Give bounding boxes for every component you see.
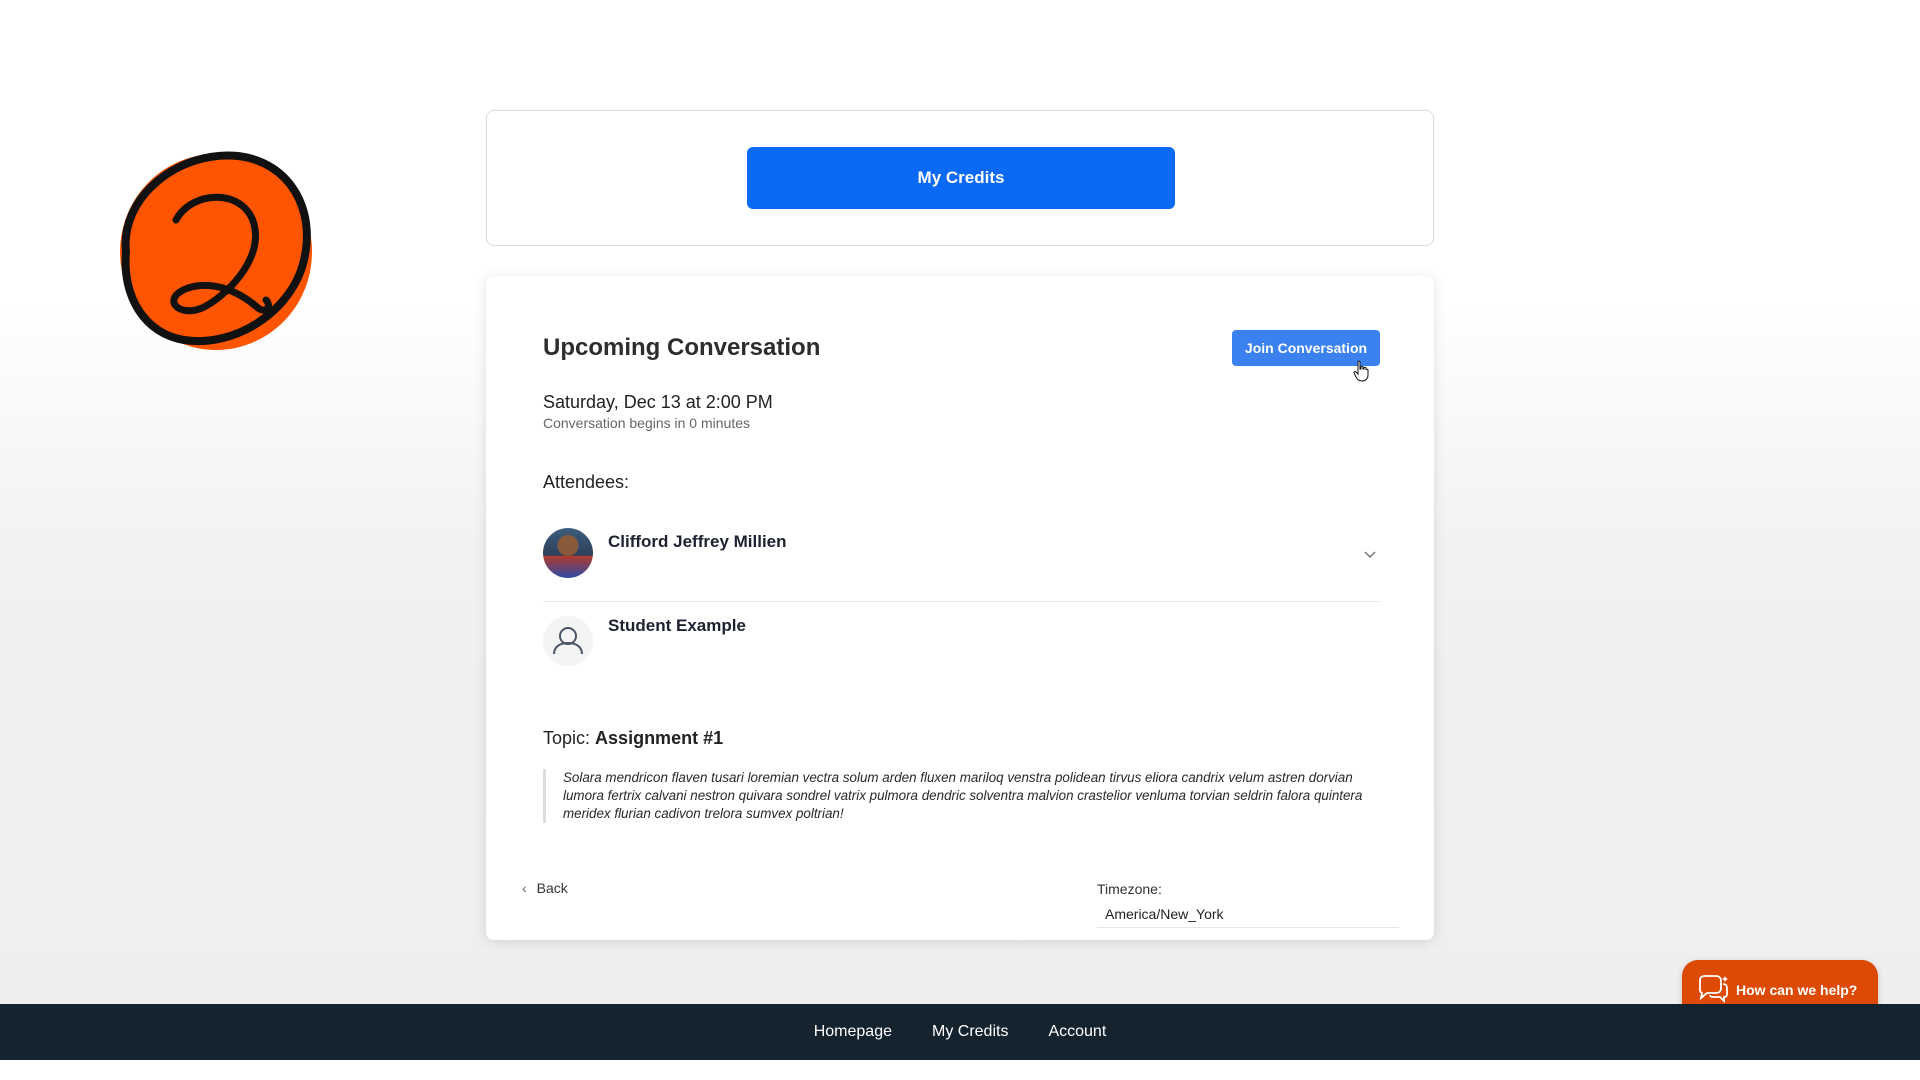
attendee-name: Student Example bbox=[608, 616, 746, 635]
conversation-date: Saturday, Dec 13 at 2:00 PM bbox=[543, 392, 773, 412]
topic: Topic: Assignment #1 bbox=[543, 728, 723, 749]
bottom-strip bbox=[0, 1060, 1920, 1080]
attendees-label: Attendees: bbox=[543, 472, 630, 492]
footer-link-homepage[interactable]: Homepage bbox=[814, 1023, 892, 1041]
conversation-card: Upcoming Conversation Join Conversation … bbox=[486, 276, 1434, 940]
topic-name: Assignment #1 bbox=[595, 728, 724, 748]
chevron-left-icon: ‹ bbox=[522, 880, 527, 896]
topic-description: Solara mendricon flaven tusari loremian … bbox=[543, 769, 1363, 823]
credits-card: My Credits bbox=[486, 110, 1434, 246]
my-credits-button[interactable]: My Credits bbox=[747, 147, 1175, 209]
timezone-label: Timezone: bbox=[1097, 881, 1162, 897]
footer-link-my-credits[interactable]: My Credits bbox=[932, 1023, 1008, 1041]
person-icon bbox=[543, 616, 593, 666]
attendee-row[interactable]: Clifford Jeffrey Millien bbox=[543, 528, 1380, 602]
avatar bbox=[543, 528, 593, 578]
attendee-name: Clifford Jeffrey Millien bbox=[608, 532, 787, 551]
attendee-row[interactable]: Student Example bbox=[543, 616, 1380, 692]
chevron-down-icon[interactable] bbox=[1362, 546, 1378, 562]
footer-nav: Homepage My Credits Account bbox=[0, 1004, 1920, 1060]
q-logo-icon bbox=[106, 148, 318, 360]
footer-link-account[interactable]: Account bbox=[1048, 1023, 1106, 1041]
chat-bubbles-icon bbox=[1696, 974, 1730, 1006]
conversation-countdown: Conversation begins in 0 minutes bbox=[543, 415, 751, 431]
timezone-select[interactable]: America/New_York bbox=[1097, 900, 1399, 928]
topic-label: Topic: bbox=[543, 728, 591, 748]
card-title: Upcoming Conversation bbox=[543, 334, 821, 361]
back-label: Back bbox=[536, 880, 568, 896]
back-link[interactable]: ‹ Back bbox=[522, 880, 568, 896]
hand-cursor-icon bbox=[1352, 360, 1370, 382]
help-label: How can we help? bbox=[1736, 982, 1858, 998]
